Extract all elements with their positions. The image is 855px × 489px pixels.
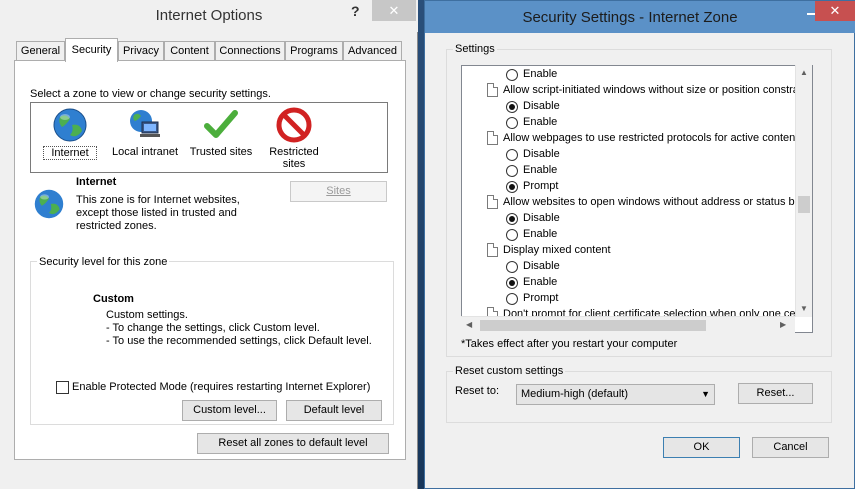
option-label: Enable	[523, 276, 558, 288]
reset-all-zones-button[interactable]: Reset all zones to default level	[197, 433, 389, 454]
tab-connections[interactable]: Connections	[215, 41, 285, 61]
security-settings-titlebar[interactable]: Security Settings - Internet Zone ✕	[425, 1, 855, 33]
window-title: Security Settings - Internet Zone	[522, 9, 738, 26]
setting-heading: Allow webpages to use restricted protoco…	[503, 132, 796, 144]
setting-heading: Display mixed content	[503, 244, 611, 256]
close-button[interactable]: ✕	[815, 1, 855, 21]
setting-heading: Allow script-initiated windows without s…	[503, 84, 799, 96]
reset-custom-settings-label: Reset custom settings	[453, 365, 566, 377]
intranet-icon	[127, 107, 163, 143]
radio-button[interactable]	[506, 165, 518, 177]
internet-options-titlebar[interactable]: Internet Options ? ✕	[0, 0, 418, 32]
zone-info-line: except those listed in trusted and	[76, 207, 237, 219]
restart-note: *Takes effect after you restart your com…	[461, 338, 678, 350]
setting-heading: Allow websites to open windows without a…	[503, 196, 801, 208]
zone-info-line: restricted zones.	[76, 220, 157, 232]
scroll-right-icon[interactable]: ▶	[780, 320, 786, 329]
tab-programs[interactable]: Programs	[285, 41, 343, 61]
option-label: Prompt	[523, 180, 559, 192]
radio-button[interactable]	[506, 261, 518, 273]
scroll-left-icon[interactable]: ◀	[466, 320, 472, 329]
zone-label: Internet	[43, 146, 97, 160]
tab-general[interactable]: General	[16, 41, 65, 61]
radio-button[interactable]	[506, 117, 518, 129]
option-label: Disable	[523, 100, 560, 112]
protected-mode-label[interactable]: Enable Protected Mode (requires restarti…	[72, 381, 370, 393]
tab-security[interactable]: Security	[65, 38, 118, 62]
option-label: Prompt	[523, 292, 559, 304]
security-level-label: Security level for this zone	[37, 256, 170, 268]
tab-content[interactable]: Content	[164, 41, 215, 61]
setting-doc-icon	[487, 83, 498, 97]
chevron-down-icon: ▼	[701, 389, 710, 399]
radio-button[interactable]	[506, 293, 518, 305]
close-button[interactable]: ✕	[372, 0, 416, 21]
radio-button[interactable]	[506, 101, 518, 113]
help-button[interactable]: ?	[351, 3, 360, 19]
zone-info-title: Internet	[76, 176, 117, 188]
globe-icon	[33, 188, 65, 220]
option-label: Enable	[523, 228, 558, 240]
zone-label: Trusted sites	[189, 146, 253, 158]
tab-privacy[interactable]: Privacy	[118, 41, 164, 61]
custom-line: Custom settings.	[106, 309, 188, 321]
cancel-button[interactable]: Cancel	[752, 437, 829, 458]
ok-button[interactable]: OK	[663, 437, 740, 458]
settings-tree[interactable]: Enable Allow script-initiated windows wi…	[461, 65, 813, 333]
globe-icon	[52, 107, 88, 143]
scroll-down-icon[interactable]: ▼	[800, 304, 808, 313]
zone-local-intranet[interactable]: Local intranet	[109, 107, 181, 158]
radio-button[interactable]	[506, 149, 518, 161]
zone-internet[interactable]: Internet	[43, 107, 97, 160]
reset-button[interactable]: Reset...	[738, 383, 813, 404]
zone-info-line: This zone is for Internet websites,	[76, 194, 240, 206]
security-settings-window: Security Settings - Internet Zone ✕ Sett…	[424, 0, 855, 489]
custom-line: - To change the settings, click Custom l…	[106, 322, 320, 334]
setting-doc-icon	[487, 195, 498, 209]
custom-level-button[interactable]: Custom level...	[182, 400, 277, 421]
radio-button[interactable]	[506, 181, 518, 193]
setting-doc-icon	[487, 131, 498, 145]
scroll-thumb[interactable]	[480, 320, 706, 331]
option-label: Enable	[523, 68, 558, 80]
internet-options-window: Internet Options ? ✕ General Security Pr…	[0, 0, 418, 489]
tab-advanced[interactable]: Advanced	[343, 41, 402, 61]
settings-label: Settings	[453, 43, 497, 55]
zone-prompt: Select a zone to view or change security…	[30, 88, 271, 100]
setting-doc-icon	[487, 243, 498, 257]
radio-button[interactable]	[506, 277, 518, 289]
checkmark-icon	[203, 107, 239, 143]
custom-title: Custom	[93, 293, 134, 305]
zone-trusted-sites[interactable]: Trusted sites	[185, 107, 257, 158]
radio-button[interactable]	[506, 229, 518, 241]
option-label: Disable	[523, 148, 560, 160]
sites-button[interactable]: Sites	[290, 181, 387, 202]
default-level-button[interactable]: Default level	[286, 400, 382, 421]
custom-line: - To use the recommended settings, click…	[106, 335, 372, 347]
option-label: Disable	[523, 212, 560, 224]
horizontal-scrollbar[interactable]: ◀ ▶	[461, 316, 795, 333]
radio-button[interactable]	[506, 213, 518, 225]
scroll-up-icon[interactable]: ▲	[800, 68, 808, 77]
protected-mode-checkbox[interactable]	[56, 381, 69, 394]
zone-list: Internet Local intranet Trusted sites Re…	[30, 102, 388, 173]
zone-restricted-sites[interactable]: Restricted sites	[261, 107, 327, 170]
reset-to-label: Reset to:	[455, 385, 500, 397]
zone-label: Restricted sites	[269, 146, 319, 170]
zone-label: Local intranet	[111, 146, 179, 158]
radio-button[interactable]	[506, 69, 518, 81]
option-label: Enable	[523, 116, 558, 128]
reset-to-value: Medium-high (default)	[521, 388, 628, 400]
option-label: Disable	[523, 260, 560, 272]
option-label: Enable	[523, 164, 558, 176]
scroll-thumb[interactable]	[798, 196, 810, 213]
reset-to-dropdown[interactable]: Medium-high (default) ▼	[516, 384, 715, 405]
no-entry-icon	[276, 107, 312, 143]
vertical-scrollbar[interactable]: ▲ ▼	[795, 65, 812, 317]
